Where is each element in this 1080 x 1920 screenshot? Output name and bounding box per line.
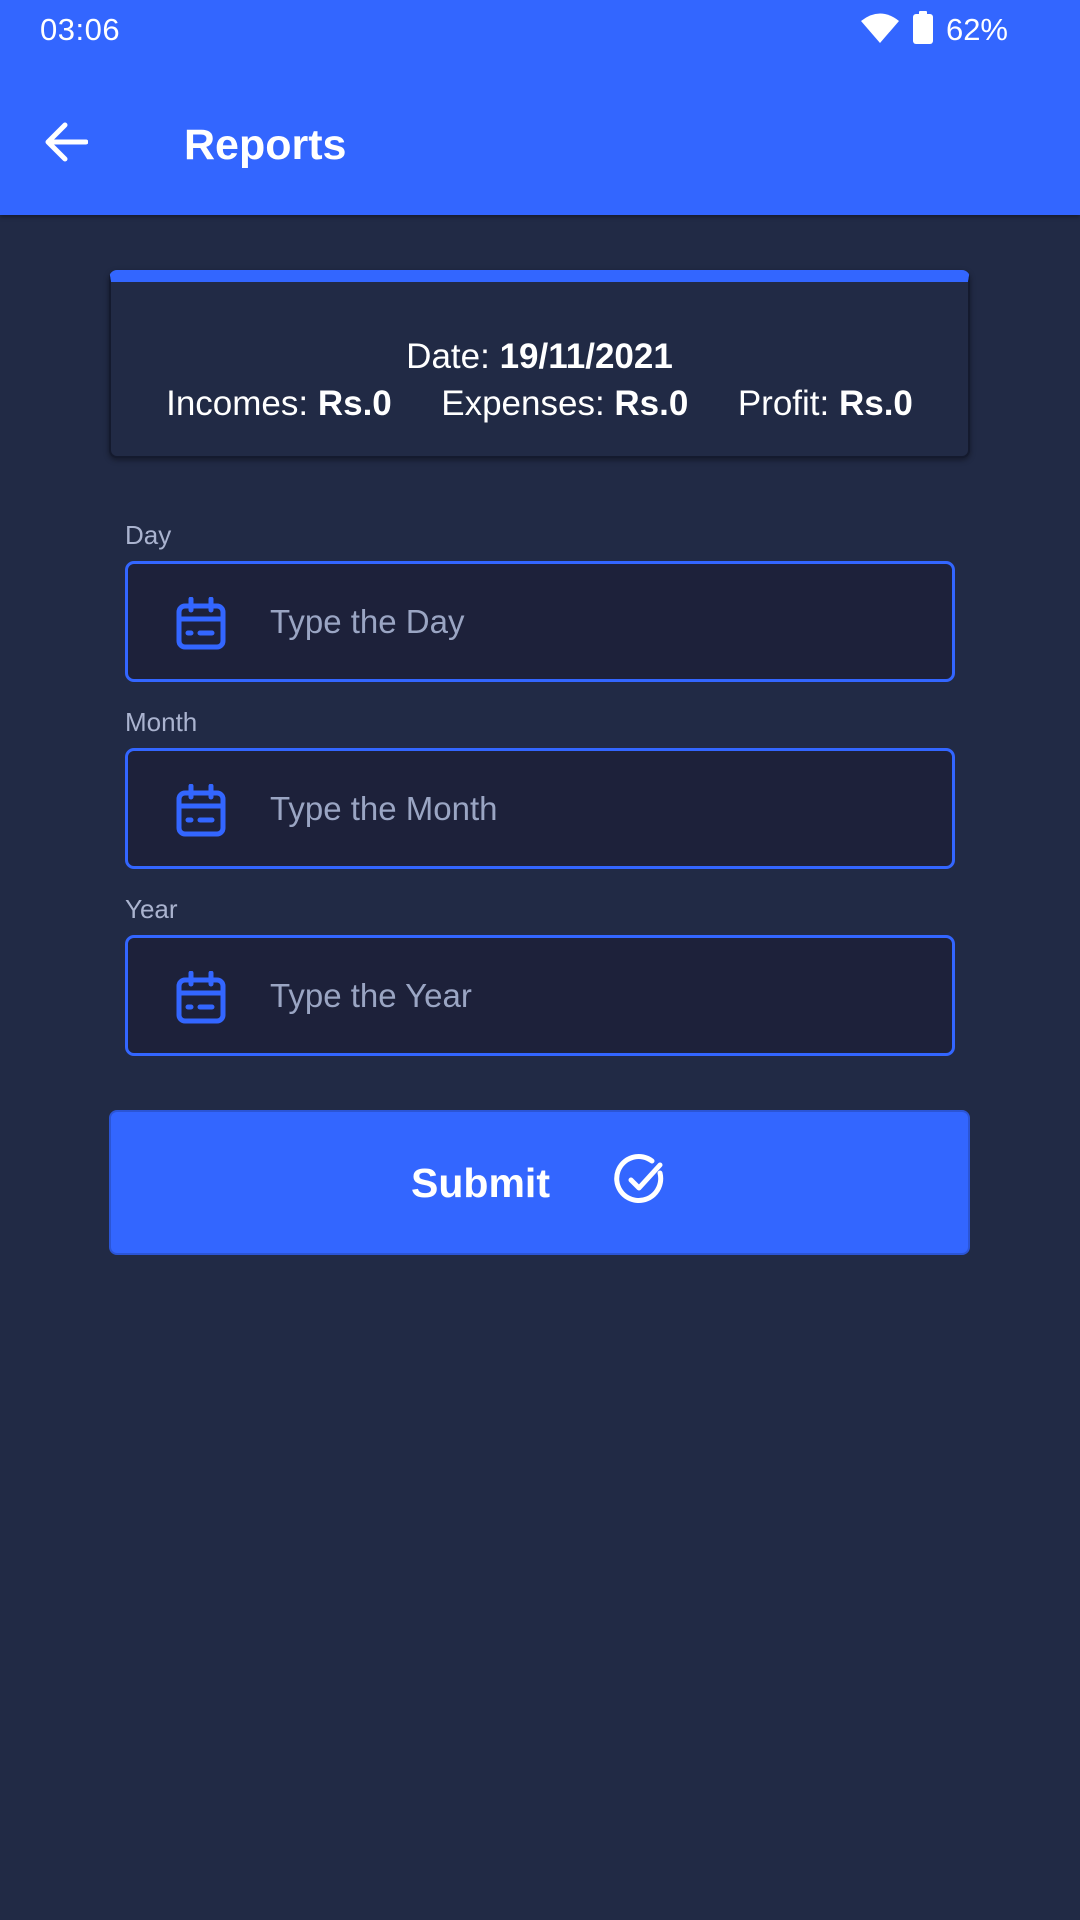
summary-date-line: Date: 19/11/2021 [111,336,968,378]
status-icons: 62% [860,10,1008,50]
calendar-icon [176,596,226,651]
day-label: Day [125,520,172,550]
date-value: 19/11/2021 [499,337,673,376]
profit-value: Rs.0 [838,384,913,423]
month-label: Month [125,707,198,737]
app-header: 03:06 62% Reports [0,0,1080,215]
submit-label: Submit [411,1159,550,1206]
expenses-value: Rs.0 [614,384,689,423]
date-label: Date: [406,337,490,376]
status-time: 03:06 [40,12,121,47]
summary-totals-line: Incomes: Rs.0 Expenses: Rs.0 Profit: Rs.… [111,383,968,425]
day-input[interactable] [270,564,930,679]
incomes-label: Incomes: [166,384,309,423]
month-field[interactable] [125,748,955,869]
battery-icon [912,10,934,50]
incomes-value: Rs.0 [317,384,392,423]
arrow-left-icon [44,122,89,167]
year-input[interactable] [270,938,930,1053]
calendar-icon [176,970,226,1025]
month-input[interactable] [270,751,930,866]
back-button[interactable] [36,108,96,180]
wifi-icon [860,12,900,49]
expenses-label: Expenses: [441,384,605,423]
calendar-icon [176,783,226,838]
battery-percent: 62% [945,12,1008,47]
summary-card: Date: 19/11/2021 Incomes: Rs.0 Expenses:… [109,270,970,458]
profit-label: Profit: [737,384,830,423]
day-field[interactable] [125,561,955,682]
page-title: Reports [184,121,347,169]
submit-button[interactable]: Submit [109,1110,970,1255]
year-label: Year [125,894,178,924]
year-field[interactable] [125,935,955,1056]
check-circle-icon [614,1153,668,1212]
reports-screen: 03:06 62% Reports Date: 19/11/2021 Incom… [0,0,1080,1920]
